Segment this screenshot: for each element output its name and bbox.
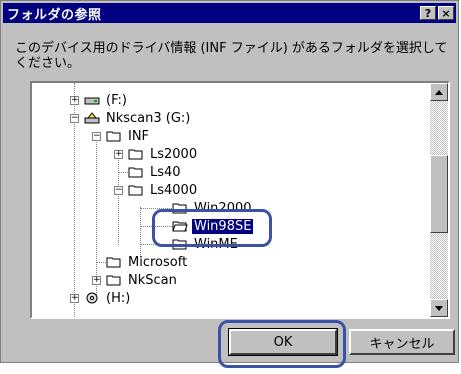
tree-item-label: Ls4000 [150, 182, 198, 198]
scroll-thumb[interactable] [430, 155, 448, 233]
expand-toggle[interactable]: + [114, 150, 123, 159]
tree-item-label: Nkscan3 (G:) [106, 110, 191, 126]
folder-icon [106, 256, 122, 268]
collapse-toggle[interactable]: − [70, 114, 79, 123]
arrow-down-icon [435, 305, 443, 311]
network-drive-icon [84, 112, 100, 124]
browse-folder-dialog: フォルダの参照 ? × このデバイス用のドライバ情報 (INF ファイル) があ… [0, 0, 459, 363]
cancel-button[interactable]: キャンセル [349, 329, 455, 355]
collapse-toggle[interactable]: − [92, 132, 101, 141]
folder-icon [106, 274, 122, 286]
arrow-up-icon [435, 89, 443, 95]
tree-item-label: Ls40 [150, 164, 181, 180]
instruction-text: このデバイス用のドライバ情報 (INF ファイル) があるフォルダを選択してくだ… [15, 41, 448, 71]
tree-item-microsoft[interactable]: Microsoft [106, 253, 189, 271]
expand-toggle[interactable]: + [70, 294, 79, 303]
tree-connector [96, 135, 97, 295]
tree-connector [96, 262, 106, 263]
tree-item-inf[interactable]: INF [106, 127, 151, 145]
folder-tree[interactable]: + (F:) − Nkscan3 (G:) − INF + Ls2000 Ls4… [30, 81, 450, 319]
tree-item-f-drive[interactable]: (F:) [84, 91, 129, 109]
tree-item-label: (H:) [106, 290, 131, 306]
tree-connector [118, 153, 119, 245]
tree-item-label: (F:) [106, 92, 127, 108]
expand-toggle[interactable]: + [70, 96, 79, 105]
tree-item-h-drive[interactable]: (H:) [84, 289, 132, 307]
tree-item-label: Ls2000 [150, 146, 198, 162]
tree-item-ls2000[interactable]: Ls2000 [128, 145, 199, 163]
close-button[interactable]: × [438, 6, 454, 20]
folder-icon [128, 148, 144, 160]
annotation-highlight-win98se [152, 209, 272, 247]
dialog-title: フォルダの参照 [7, 7, 102, 23]
collapse-toggle[interactable]: − [114, 186, 123, 195]
title-bar[interactable]: フォルダの参照 ? × [3, 3, 456, 23]
tree-item-label: NkScan [128, 272, 177, 288]
help-button[interactable]: ? [420, 6, 436, 20]
folder-icon [128, 166, 144, 178]
scroll-up-button[interactable] [430, 83, 448, 101]
tree-item-nkscan3-drive[interactable]: Nkscan3 (G:) [84, 109, 192, 127]
drive-icon [84, 94, 100, 106]
tree-connector [140, 207, 141, 257]
tree-item-ls40[interactable]: Ls40 [128, 163, 183, 181]
tree-item-label: Microsoft [128, 254, 188, 270]
tree-connector [118, 172, 128, 173]
cd-drive-icon [84, 292, 100, 304]
tree-item-nkscan[interactable]: NkScan [106, 271, 179, 289]
scroll-down-button[interactable] [430, 299, 448, 317]
annotation-highlight-ok [218, 320, 346, 368]
tree-item-ls4000[interactable]: Ls4000 [128, 181, 199, 199]
folder-open-icon [128, 184, 144, 196]
expand-toggle[interactable]: + [92, 276, 101, 285]
vertical-scrollbar[interactable] [430, 83, 448, 317]
tree-item-label: INF [128, 128, 150, 144]
folder-open-icon [106, 130, 122, 142]
